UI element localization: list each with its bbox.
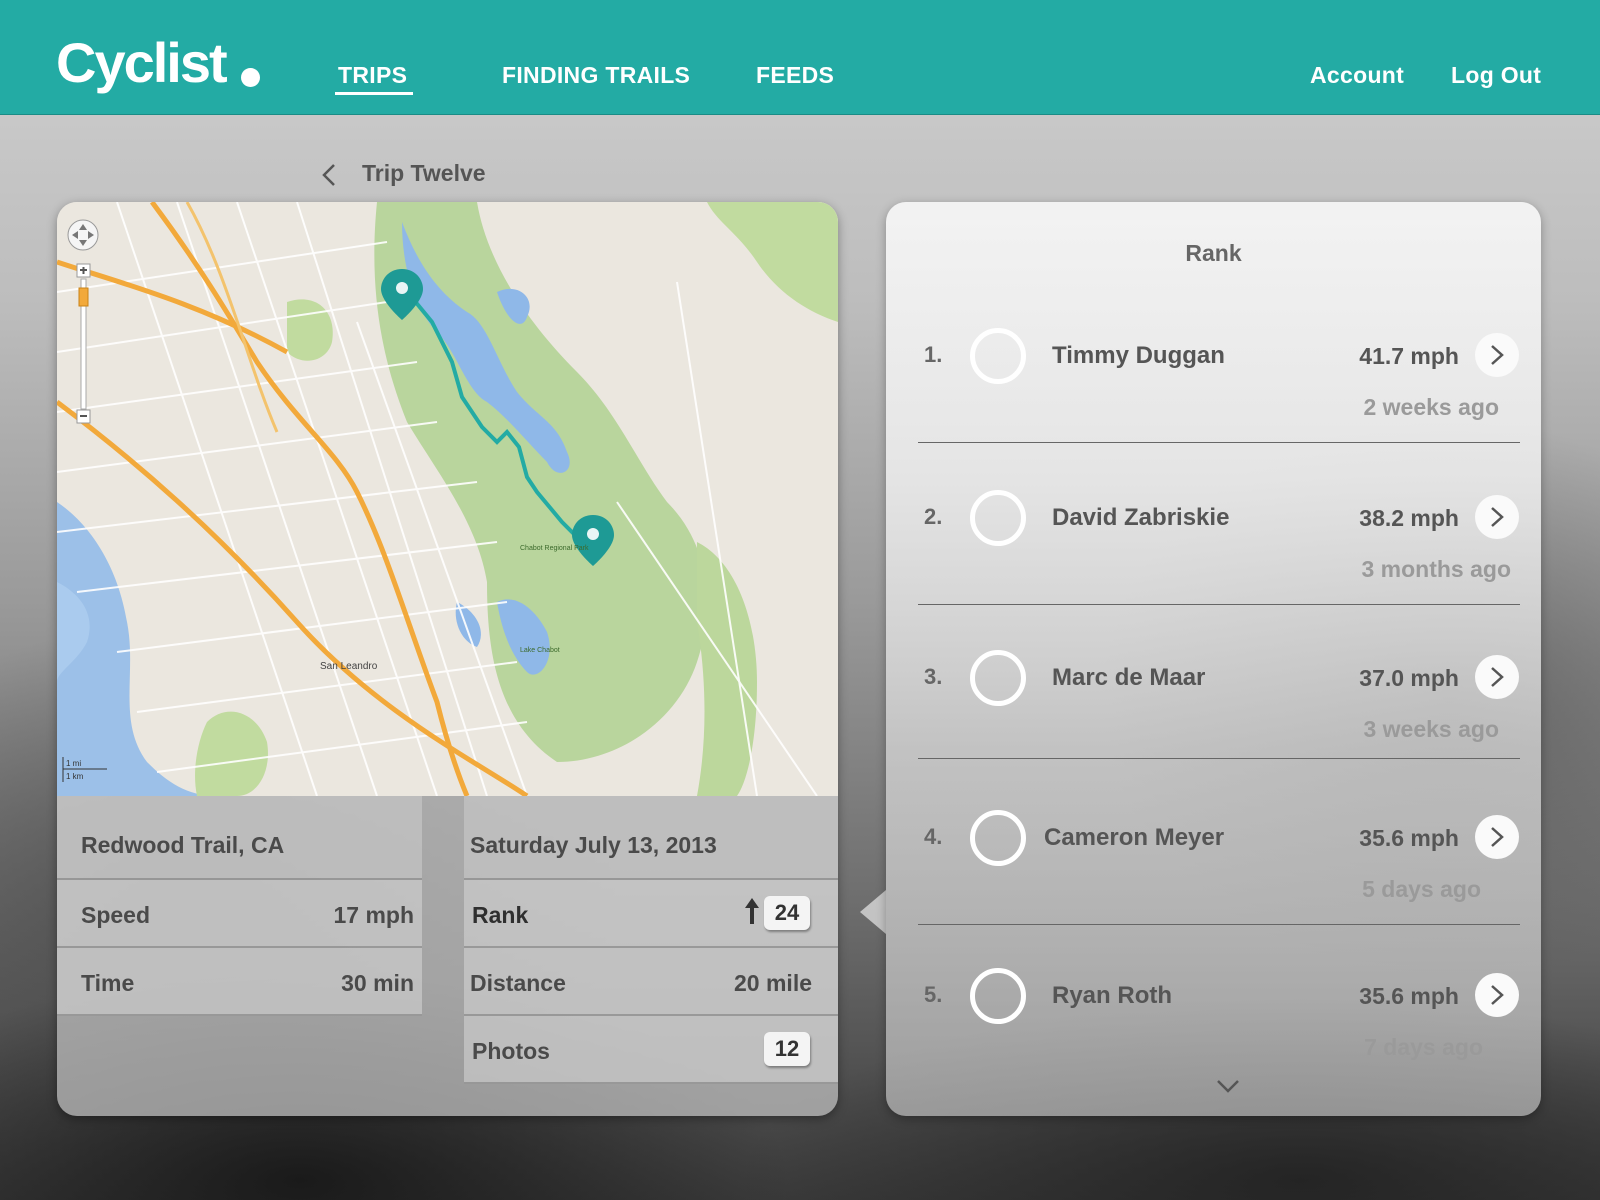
rank-list-item[interactable]: 3. Marc de Maar 37.0 mph 3 weeks ago [886,634,1541,794]
rider-time-ago: 5 days ago [1362,876,1481,902]
row-details-button[interactable] [1475,333,1519,377]
row-details-button[interactable] [1475,815,1519,859]
chevron-right-icon [1491,667,1504,687]
chevron-right-icon [1491,985,1504,1005]
chevron-right-icon [1491,507,1504,527]
chevron-down-icon[interactable] [1215,1078,1241,1094]
photos-label: Photos [472,1038,550,1064]
rank-panel-title: Rank [1185,240,1242,266]
rank-label: Rank [472,902,529,928]
avatar[interactable] [970,328,1026,384]
rider-name[interactable]: Marc de Maar [1052,664,1205,692]
rank-number: 5. [924,982,943,1007]
svg-text:1 mi: 1 mi [66,759,81,768]
rank-number: 2. [924,504,943,529]
distance-label: Distance [470,970,566,996]
avatar[interactable] [970,968,1026,1024]
rider-name[interactable]: Timmy Duggan [1052,342,1225,370]
nav-active-indicator [335,92,413,95]
row-details-button[interactable] [1475,655,1519,699]
speed-row: Speed 17 mph [57,880,422,948]
chevron-right-icon [1491,345,1504,365]
rider-time-ago: 3 weeks ago [1363,716,1499,742]
rank-list-item[interactable]: 5. Ryan Roth 35.6 mph 7 days ago [886,952,1541,1112]
trip-location-cell: Redwood Trail, CA [57,796,422,880]
rider-name[interactable]: Ryan Roth [1052,982,1172,1010]
rider-name[interactable]: David Zabriskie [1052,504,1229,532]
rank-number: 4. [924,824,943,849]
rank-badge: 24 [764,896,810,930]
arrow-up-icon [745,898,759,924]
avatar[interactable] [970,810,1026,866]
nav-finding-trails[interactable]: FINDING TRAILS [502,62,690,89]
row-divider [918,924,1520,925]
rider-speed: 35.6 mph [1359,983,1459,1009]
row-divider [918,442,1520,443]
rider-speed: 41.7 mph [1359,343,1459,369]
nav-feeds[interactable]: FEEDS [756,62,834,89]
page-title: Trip Twelve [362,160,486,186]
rank-row[interactable]: Rank 24 [464,880,838,948]
avatar[interactable] [970,650,1026,706]
photos-badge[interactable]: 12 [764,1032,810,1066]
rank-number: 3. [924,664,943,689]
trip-date-cell: Saturday July 13, 2013 [464,796,838,880]
trip-card: San Leandro Chabot Regional Park Lake Ch… [57,202,838,1116]
trip-info-grid: Redwood Trail, CA Speed 17 mph Time 30 m… [57,796,838,1116]
avatar[interactable] [970,490,1026,546]
time-label: Time [81,970,135,996]
nav-account[interactable]: Account [1310,62,1404,89]
top-nav-bar: Cyclist TRIPS FINDING TRAILS FEEDS Accou… [0,0,1600,115]
map-label-san-leandro: San Leandro [320,661,378,672]
rank-list-item[interactable]: 1. Timmy Duggan 41.7 mph 2 weeks ago [886,312,1541,472]
trip-location: Redwood Trail, CA [81,832,285,858]
app-logo[interactable]: Cyclist [56,30,228,95]
rider-time-ago: 2 weeks ago [1363,394,1499,420]
speed-value: 17 mph [333,902,414,928]
chevron-right-icon [1491,827,1504,847]
time-value: 30 min [341,970,414,996]
rider-time-ago: 7 days ago [1364,1034,1483,1060]
route-map[interactable]: San Leandro Chabot Regional Park Lake Ch… [57,202,838,796]
rank-list-item[interactable]: 4. Cameron Meyer 35.6 mph 5 days ago [886,794,1541,954]
panel-pointer [860,890,886,934]
distance-row: Distance 20 mile [464,948,838,1016]
rank-number: 1. [924,342,943,367]
trip-date: Saturday July 13, 2013 [470,832,717,858]
rider-speed: 35.6 mph [1359,825,1459,851]
rider-name[interactable]: Cameron Meyer [1044,824,1224,852]
rider-speed: 38.2 mph [1359,505,1459,531]
photos-row[interactable]: Photos 12 [464,1016,838,1084]
back-chevron-icon[interactable] [320,162,338,188]
map-label-chabot: Chabot Regional Park [520,545,589,552]
logo-dot [241,68,260,87]
nav-trips[interactable]: TRIPS [338,62,407,89]
nav-logout[interactable]: Log Out [1451,62,1541,89]
distance-value: 20 mile [734,970,812,996]
rank-list-item[interactable]: 2. David Zabriskie 38.2 mph 3 months ago [886,474,1541,634]
row-divider [918,758,1520,759]
row-details-button[interactable] [1475,495,1519,539]
row-divider [918,604,1520,605]
map-label-lake-chabot: Lake Chabot [520,647,560,654]
speed-label: Speed [81,902,151,928]
rank-panel: Rank 1. Timmy Duggan 41.7 mph 2 weeks ag… [886,202,1541,1116]
rider-time-ago: 3 months ago [1361,556,1511,582]
rider-speed: 37.0 mph [1359,665,1459,691]
time-row: Time 30 min [57,948,422,1016]
row-details-button[interactable] [1475,973,1519,1017]
map-pan-control[interactable] [67,219,99,251]
svg-text:1 km: 1 km [66,772,84,781]
